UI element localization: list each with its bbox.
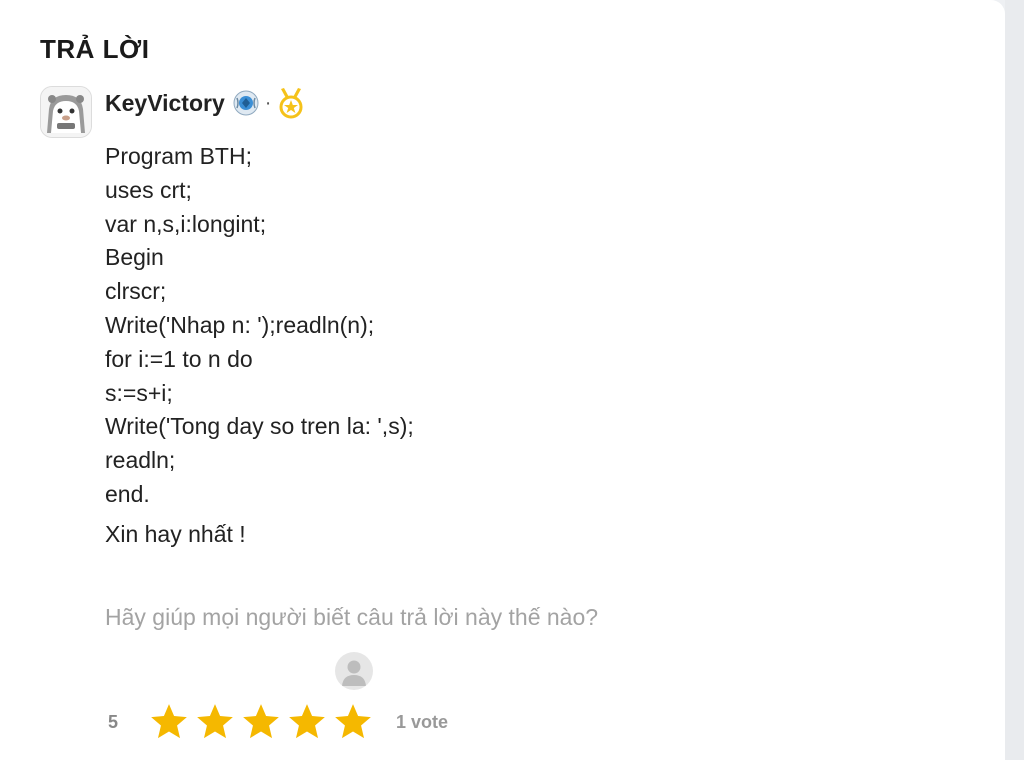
author-avatar[interactable]	[40, 86, 92, 138]
rating-value: 5	[108, 711, 119, 732]
code-line: readln;	[105, 447, 176, 474]
star-rating[interactable]	[148, 701, 374, 743]
code-line: uses crt;	[105, 176, 192, 203]
author-name[interactable]: KeyVictory	[105, 90, 225, 117]
star-icon[interactable]	[240, 701, 282, 743]
separator-dot: ·	[264, 91, 272, 114]
author-row: KeyVictory ·	[105, 86, 305, 120]
code-line: Write('Nhap n: ');readln(n);	[105, 311, 375, 338]
code-line: Program BTH;	[105, 143, 252, 169]
star-icon[interactable]	[332, 701, 374, 743]
hamster-avatar-icon	[41, 87, 91, 137]
page-background-gutter	[1005, 0, 1024, 760]
code-line: end.	[105, 480, 150, 507]
vote-count: 1 vote	[396, 711, 449, 732]
voter-avatar	[335, 652, 373, 690]
code-line: Begin	[105, 244, 164, 271]
medal-icon	[279, 88, 303, 119]
star-icon[interactable]	[148, 701, 190, 743]
answer-closing-text: Xin hay nhất !	[105, 521, 246, 547]
code-line: var n,s,i:longint;	[105, 210, 267, 237]
code-line: s:=s+i;	[105, 379, 173, 406]
code-line: clrscr;	[105, 278, 167, 305]
rating-prompt: Hãy giúp mọi người biết câu trả lời này …	[105, 604, 599, 630]
answer-card: TRẢ LỜI KeyVictory · Program BTH; uses c…	[0, 0, 1005, 760]
code-line: Write('Tong day so tren la: ',s);	[105, 413, 414, 440]
code-line: for i:=1 to n do	[105, 345, 253, 372]
answer-code-block: Program BTH; uses crt; var n,s,i:longint…	[105, 140, 414, 512]
section-title: TRẢ LỜI	[40, 34, 150, 64]
rating-row: 5 1 vote	[108, 698, 448, 746]
star-icon[interactable]	[286, 701, 328, 743]
user-placeholder-icon	[342, 660, 366, 686]
rank-badge-icon	[233, 90, 259, 116]
star-icon[interactable]	[194, 701, 236, 743]
